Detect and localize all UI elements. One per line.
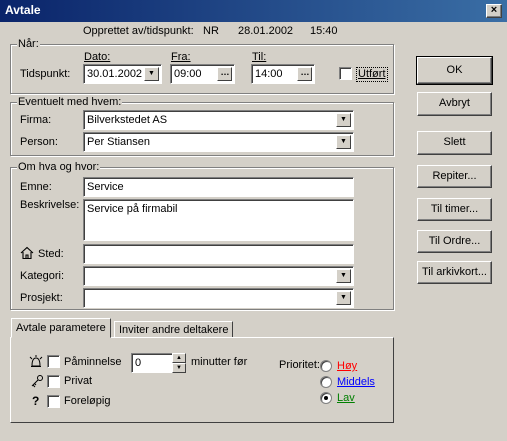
subject-value: Service	[87, 181, 124, 193]
priority-medium-label[interactable]: Middels	[337, 376, 375, 389]
when-legend: Når:	[17, 38, 40, 51]
person-label: Person:	[20, 136, 58, 148]
date-label: Dato:	[84, 51, 111, 63]
chevron-down-icon[interactable]: ▼	[336, 291, 351, 305]
private-checkbox[interactable]	[47, 375, 60, 388]
spin-down-icon[interactable]: ▼	[172, 363, 186, 373]
to-order-button[interactable]: Til Ordre...	[417, 230, 492, 253]
date-combo[interactable]: 30.01.2002 ▼	[83, 64, 162, 84]
chevron-down-icon[interactable]: ▼	[336, 113, 351, 127]
home-icon	[20, 246, 34, 260]
to-label: Til:	[252, 51, 267, 63]
chevron-down-icon[interactable]: ▼	[336, 135, 351, 149]
ellipsis-icon[interactable]: …	[297, 67, 312, 81]
about-legend: Om hva og hvor:	[17, 161, 101, 174]
private-label: Privat	[64, 375, 93, 387]
reminder-label: Påminnelse	[64, 356, 122, 368]
created-date: 28.01.2002	[238, 25, 294, 37]
chevron-down-icon[interactable]: ▼	[336, 269, 351, 283]
reminder-suffix: minutter før	[191, 356, 248, 368]
ok-button[interactable]: OK	[416, 56, 493, 85]
done-label[interactable]: Utført	[356, 67, 388, 82]
cancel-button[interactable]: Avbryt	[417, 92, 492, 116]
priority-label: Prioritet:	[279, 359, 320, 371]
priority-medium-radio[interactable]	[320, 376, 332, 388]
time-row-label: Tidspunkt:	[20, 68, 71, 80]
category-combo[interactable]: ▼	[83, 266, 354, 286]
done-checkbox[interactable]	[339, 67, 352, 80]
project-combo[interactable]: ▼	[83, 288, 354, 308]
question-icon: ?	[32, 394, 40, 408]
created-by: NR	[203, 25, 219, 37]
description-value: Service på firmabil	[87, 203, 178, 215]
close-button[interactable]: ×	[486, 4, 502, 18]
from-time-field[interactable]: 09:00 …	[170, 64, 235, 84]
place-label: Sted:	[38, 248, 64, 260]
tab-params[interactable]: Avtale parametere	[11, 318, 111, 338]
priority-low-radio[interactable]	[320, 392, 332, 404]
date-value: 30.01.2002	[87, 68, 143, 80]
description-textarea[interactable]: Service på firmabil	[83, 199, 354, 241]
alarm-icon	[28, 354, 44, 368]
person-value: Per Stiansen	[87, 136, 150, 148]
delete-button[interactable]: Slett	[417, 131, 492, 155]
chevron-down-icon[interactable]: ▼	[144, 67, 159, 81]
to-time-value: 14:00	[255, 68, 283, 80]
subject-label: Emne:	[20, 181, 52, 193]
category-label: Kategori:	[20, 270, 65, 282]
reminder-minutes-value: 0	[135, 357, 142, 369]
from-time-value: 09:00	[174, 68, 202, 80]
created-label: Opprettet av/tidspunkt:	[83, 25, 194, 37]
reminder-checkbox[interactable]	[47, 355, 60, 368]
company-label: Firma:	[20, 114, 52, 126]
window-title: Avtale	[5, 3, 41, 17]
ellipsis-icon[interactable]: …	[217, 67, 232, 81]
spin-up-icon[interactable]: ▲	[172, 353, 186, 363]
to-timer-button[interactable]: Til timer...	[417, 198, 492, 221]
to-time-field[interactable]: 14:00 …	[251, 64, 315, 84]
reminder-stepper[interactable]: ▲ ▼	[172, 353, 186, 373]
subject-input[interactable]: Service	[83, 177, 354, 197]
preliminary-label: Foreløpig	[64, 395, 111, 407]
key-icon	[30, 374, 44, 388]
created-time: 15:40	[310, 25, 338, 37]
description-label: Beskrivelse:	[20, 199, 80, 211]
project-label: Prosjekt:	[20, 292, 63, 304]
reminder-minutes-input[interactable]: 0	[131, 353, 173, 373]
to-archive-button[interactable]: Til arkivkort...	[417, 261, 492, 284]
priority-low-label[interactable]: Lav	[337, 392, 355, 405]
priority-high-label[interactable]: Høy	[337, 360, 357, 373]
preliminary-checkbox[interactable]	[47, 395, 60, 408]
company-combo[interactable]: Bilverkstedet AS ▼	[83, 110, 354, 130]
title-bar: Avtale ×	[0, 0, 507, 22]
from-label: Fra:	[171, 51, 191, 63]
person-combo[interactable]: Per Stiansen ▼	[83, 132, 354, 152]
tab-invite[interactable]: Inviter andre deltakere	[114, 321, 234, 337]
with-legend: Eventuelt med hvem:	[17, 96, 123, 109]
place-input[interactable]	[83, 244, 354, 264]
company-value: Bilverkstedet AS	[87, 114, 168, 126]
repeat-button[interactable]: Repiter...	[417, 165, 492, 188]
priority-high-radio[interactable]	[320, 360, 332, 372]
